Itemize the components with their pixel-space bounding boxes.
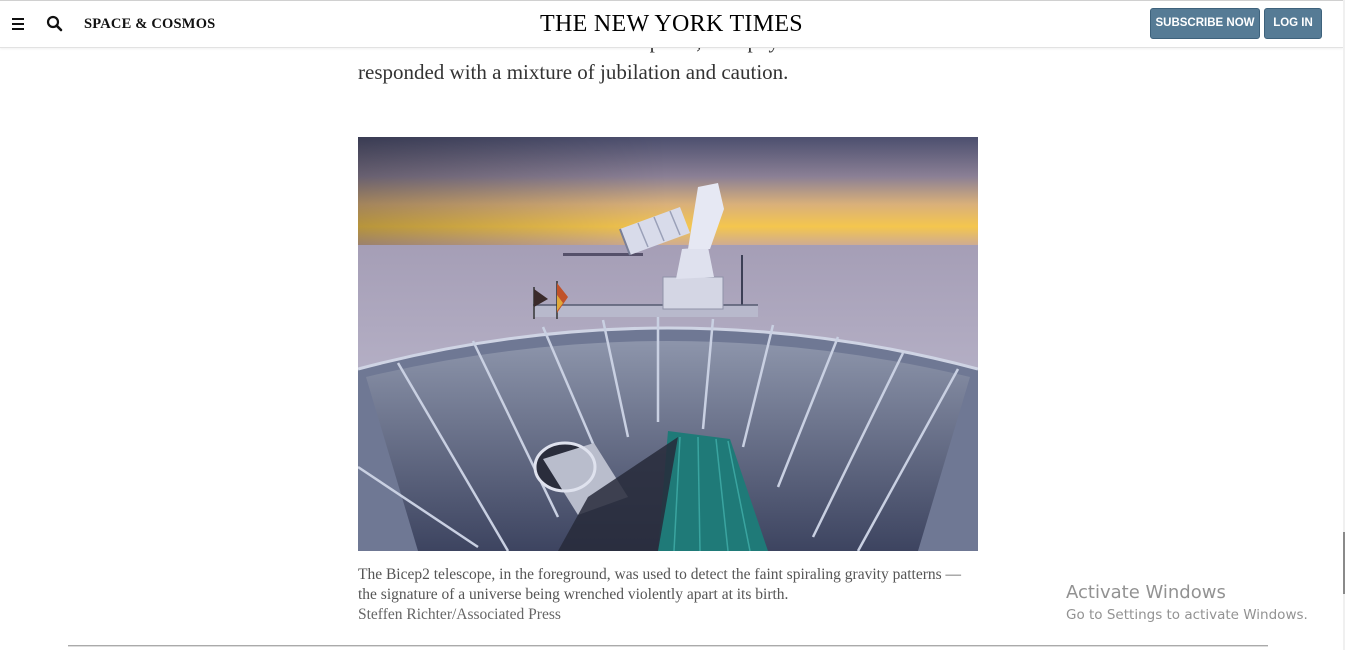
section-link[interactable]: SPACE & COSMOS xyxy=(84,16,215,33)
section-divider xyxy=(68,645,1268,647)
nyt-article-page: inflation had been seen and news spread,… xyxy=(0,0,1345,650)
login-button[interactable]: LOG IN xyxy=(1264,8,1322,39)
subscribe-button[interactable]: SUBSCRIBE NOW xyxy=(1150,8,1260,39)
photo-credit: Steffen Richter/Associated Press xyxy=(358,606,561,623)
activate-windows-watermark: Activate Windows Go to Settings to activ… xyxy=(1066,582,1308,626)
hamburger-menu-icon[interactable] xyxy=(10,14,28,34)
watermark-title: Activate Windows xyxy=(1066,582,1226,603)
photo-caption: The Bicep2 telescope, in the foreground,… xyxy=(358,565,978,625)
masthead-logo[interactable]: THE NEW YORK TIMES xyxy=(522,11,822,38)
site-header: SPACE & COSMOS THE NEW YORK TIMES SUBSCR… xyxy=(0,0,1343,48)
telescope-photo xyxy=(358,137,978,551)
caption-text: The Bicep2 telescope, in the foreground,… xyxy=(358,566,962,603)
watermark-subtitle: Go to Settings to activate Windows. xyxy=(1066,607,1308,623)
search-icon[interactable] xyxy=(45,14,65,34)
paragraph-line: responded with a mixture of jubilation a… xyxy=(358,60,789,84)
